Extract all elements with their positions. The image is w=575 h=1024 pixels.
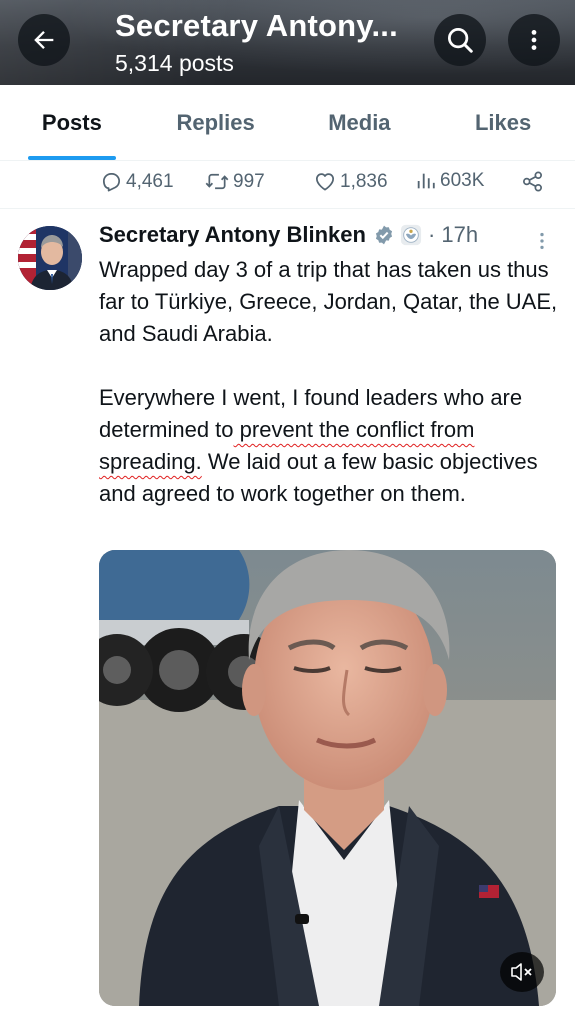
avatar-image (18, 226, 82, 290)
video-frame (99, 550, 556, 1006)
tab-likes[interactable]: Likes (431, 85, 575, 160)
repost-button[interactable]: 997 (204, 170, 265, 193)
mute-icon (511, 963, 532, 981)
search-icon (448, 28, 473, 53)
view-count: 603K (440, 170, 485, 191)
time-value: 17h (441, 222, 479, 247)
verified-badge-icon (373, 224, 395, 246)
profile-header: Secretary Antony... 5,314 posts (0, 0, 575, 85)
post-timestamp[interactable]: · 17h (428, 222, 478, 248)
share-icon (523, 171, 542, 192)
reply-button[interactable]: 4,461 (100, 170, 174, 193)
tab-label: Likes (474, 109, 532, 135)
reply-icon (102, 172, 121, 192)
search-button[interactable] (434, 14, 486, 66)
like-button[interactable]: 1,836 (313, 170, 388, 193)
post-count: 5,314 posts (115, 50, 234, 76)
tab-label: Replies (176, 109, 255, 135)
post-more-button[interactable] (534, 230, 550, 257)
post-header: Secretary Antony Blinken · 17h (99, 222, 478, 248)
repost-count: 997 (233, 170, 265, 192)
avatar[interactable] (18, 226, 82, 290)
post-video[interactable] (99, 550, 556, 1006)
reply-count: 4,461 (126, 170, 174, 192)
profile-tabs: Posts Replies Media Likes (0, 85, 575, 161)
post-text: Wrapped day 3 of a trip that has taken u… (99, 254, 559, 510)
tab-label: Posts (41, 109, 102, 135)
like-count: 1,836 (340, 170, 388, 192)
tab-media[interactable]: Media (288, 85, 432, 160)
views-button[interactable]: 603K (415, 170, 484, 192)
tab-posts[interactable]: Posts (0, 85, 144, 160)
views-icon (417, 173, 435, 189)
heart-icon (315, 173, 335, 191)
tab-replies[interactable]: Replies (144, 85, 288, 160)
more-button[interactable] (508, 14, 560, 66)
government-seal-icon (400, 224, 422, 246)
profile-name: Secretary Antony... (115, 8, 398, 43)
more-vertical-icon (540, 232, 544, 250)
post-paragraph-2: Everywhere I went, I found leaders who a… (99, 382, 559, 510)
more-vertical-icon (531, 30, 537, 50)
author-name[interactable]: Secretary Antony Blinken (99, 222, 366, 248)
repost-icon (205, 173, 229, 190)
post-paragraph-1: Wrapped day 3 of a trip that has taken u… (99, 257, 558, 346)
arrow-left-icon (34, 31, 54, 49)
separator-dot: · (427, 222, 436, 247)
previous-post-actions: 4,461 997 1,836 603K (0, 160, 575, 209)
tab-label: Media (328, 109, 391, 135)
mute-button[interactable] (500, 952, 544, 992)
share-button[interactable] (521, 170, 544, 193)
back-button[interactable] (18, 14, 70, 66)
